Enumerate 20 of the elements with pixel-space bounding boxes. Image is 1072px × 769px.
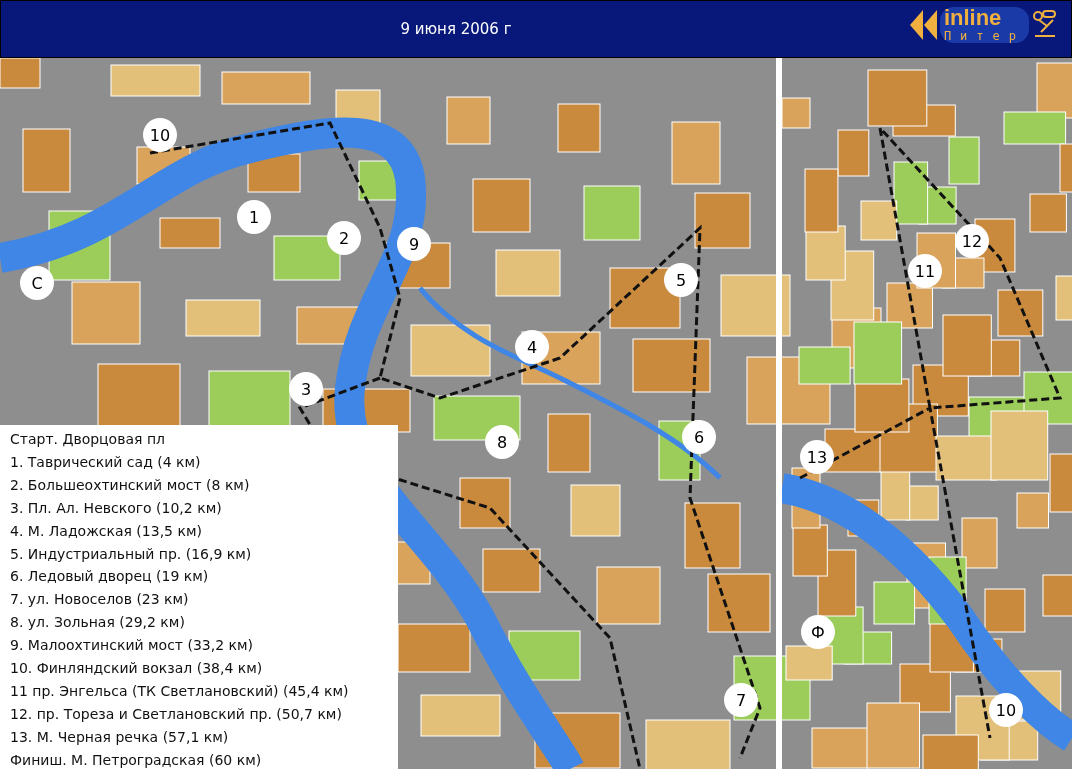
- legend-item: 4. М. Ладожская (13,5 км): [10, 521, 203, 541]
- legend-item: 6. Ледовый дворец (19 км): [10, 567, 210, 587]
- legend-item: 9. Малоохтинский мост (33,2 км): [10, 636, 255, 656]
- legend-item: Финиш. М. Петроградская (60 км): [10, 750, 263, 769]
- page-title: 9 июня 2006 г: [400, 20, 512, 38]
- legend-item: 13. М. Черная речка (57,1 км): [10, 727, 230, 747]
- legend-item: 3. Пл. Ал. Невского (10,2 км): [10, 498, 223, 518]
- logo-city: Питер: [943, 29, 1025, 43]
- legend-item: 8. ул. Зольная (29,2 км): [10, 613, 186, 633]
- skater-icon: [1031, 10, 1057, 40]
- legend-item: 2. Большеохтинский мост (8 км): [10, 475, 251, 495]
- legend-item: 1. Таврический сад (4 км): [10, 452, 202, 472]
- legend-item: 7. ул. Новоселов (23 км): [10, 590, 190, 610]
- double-arrow-icon: [909, 10, 938, 40]
- legend-item: 11 пр. Энгельса (ТК Светлановский) (45,4 км): [10, 681, 350, 701]
- legend-item: 10. Финляндский вокзал (38,4 км): [10, 659, 264, 679]
- logo-word: inline: [943, 7, 1003, 29]
- legend-item: Старт. Дворцовая пл: [10, 430, 166, 449]
- legend-item: 12. пр. Тореза и Светлановский пр. (50,7 км): [10, 704, 343, 724]
- legend-item: 5. Индустриальный пр. (16,9 км): [10, 544, 253, 564]
